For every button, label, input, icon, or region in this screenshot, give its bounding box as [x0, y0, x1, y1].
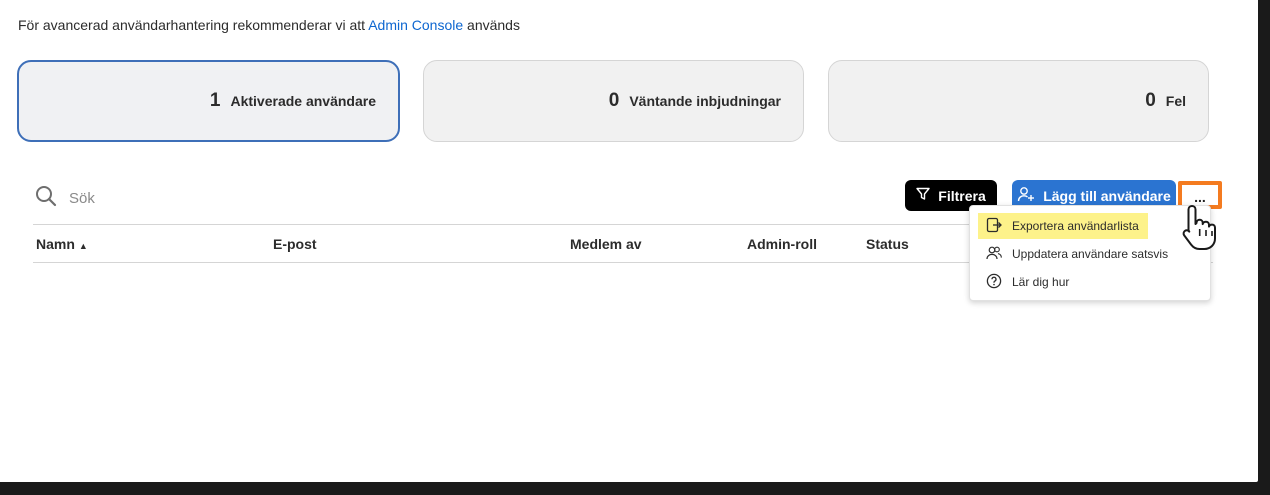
stat-label: Fel [1165, 93, 1186, 109]
stat-label: Aktiverade användare [230, 93, 376, 109]
search-input[interactable] [69, 190, 269, 207]
filter-label: Filtrera [938, 187, 986, 204]
column-header-email[interactable]: E-post [273, 236, 317, 252]
stat-card-activated[interactable]: 1 Aktiverade användare [17, 60, 400, 142]
menu-item-label: Lär dig hur [1012, 275, 1070, 289]
column-header-status[interactable]: Status [866, 236, 909, 252]
stat-label: Väntande inbjudningar [629, 93, 781, 109]
stat-count: 0 [1145, 90, 1156, 111]
menu-item-label: Exportera användarlista [1012, 219, 1139, 233]
more-options-menu: Exportera användarlista Uppdatera använd… [969, 205, 1211, 301]
column-header-name[interactable]: Namn ▲ [36, 236, 88, 252]
menu-item-learn-how[interactable]: Lär dig hur [978, 269, 1069, 295]
hand-pointer-cursor-icon [1178, 202, 1226, 252]
intro-suffix: används [467, 17, 520, 33]
stat-card-errors[interactable]: 0 Fel [828, 60, 1209, 142]
menu-item-label: Uppdatera användare satsvis [1012, 247, 1169, 261]
users-screen: För avancerad användarhantering rekommen… [0, 0, 1258, 482]
help-icon [986, 273, 1002, 292]
admin-console-link[interactable]: Admin Console [368, 17, 463, 33]
stat-count: 1 [209, 90, 221, 111]
column-header-admin-role[interactable]: Admin-roll [747, 236, 817, 252]
intro-prefix: För avancerad användarhantering rekommen… [18, 17, 366, 33]
add-user-label: Lägg till användare [1043, 187, 1171, 204]
intro-text: För avancerad användarhantering rekommen… [18, 17, 520, 33]
users-icon [986, 245, 1002, 264]
export-icon [986, 217, 1002, 236]
sort-ascending-icon: ▲ [78, 241, 88, 251]
search-bar [35, 185, 269, 212]
column-label: Namn [36, 236, 75, 252]
filter-icon [916, 187, 930, 204]
menu-item-bulk-update-users[interactable]: Uppdatera användare satsvis [978, 241, 1168, 267]
add-user-icon [1017, 186, 1035, 205]
search-icon [35, 185, 57, 212]
menu-item-export-user-list[interactable]: Exportera användarlista [978, 213, 1148, 239]
stat-count: 0 [608, 90, 620, 111]
column-header-member-of[interactable]: Medlem av [570, 236, 642, 252]
stat-card-pending[interactable]: 0 Väntande inbjudningar [423, 60, 804, 142]
